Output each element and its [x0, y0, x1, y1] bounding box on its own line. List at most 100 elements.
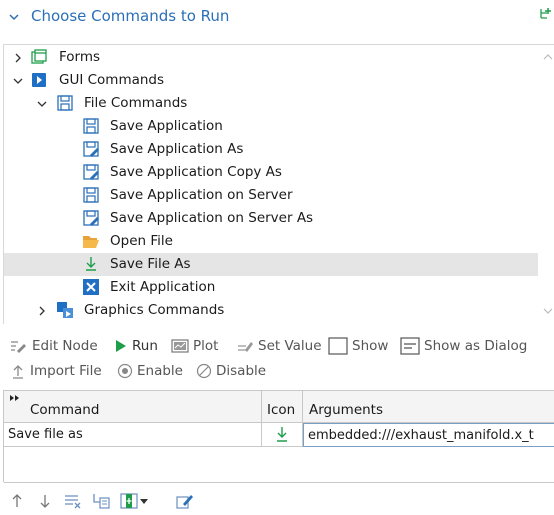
- tree-item-save-application-as[interactable]: Save Application As: [4, 138, 538, 161]
- chevron-down-icon[interactable]: [8, 11, 20, 23]
- node-toolbar: Edit Node Run Plot Set Value Show Show a…: [0, 334, 554, 358]
- table-cell-icon[interactable]: [262, 423, 303, 447]
- forms-icon: [31, 49, 47, 64]
- download-arrow-icon: [277, 427, 287, 442]
- insert-below-icon[interactable]: [92, 492, 110, 510]
- tree-item-label: Save Application As: [110, 141, 244, 157]
- window-icon: [328, 337, 348, 355]
- tree-item-file-commands[interactable]: File Commands: [4, 92, 538, 115]
- floppy-icon: [83, 187, 99, 203]
- close-box-icon: [83, 279, 99, 295]
- column-header-arguments[interactable]: Arguments: [303, 391, 554, 423]
- dialog-icon: [400, 337, 420, 355]
- plot-label: Plot: [193, 338, 219, 354]
- gui-commands-icon: [32, 73, 46, 87]
- tree-add-icon[interactable]: [537, 6, 554, 24]
- arguments-value: embedded:///exhaust_manifold.x_t: [308, 428, 534, 443]
- tree-item-label: Open File: [110, 233, 173, 249]
- graphics-icon: [57, 302, 73, 318]
- open-folder-icon: [83, 236, 99, 248]
- run-label: Run: [132, 338, 158, 354]
- enable-label: Enable: [137, 363, 183, 379]
- edit-node-icon: [11, 341, 26, 353]
- disable-button[interactable]: Disable: [196, 361, 266, 381]
- run-button[interactable]: Run: [114, 336, 158, 356]
- floppy-pen-icon: [83, 210, 99, 226]
- download-arrow-icon: [86, 257, 96, 271]
- dropdown-caret-icon[interactable]: [140, 499, 148, 504]
- tree-item-save-application[interactable]: Save Application: [4, 115, 538, 138]
- tree-item-label: Save Application on Server: [110, 187, 293, 203]
- tree-item-save-application-on-server[interactable]: Save Application on Server: [4, 184, 538, 207]
- tree-item-open-file[interactable]: Open File: [4, 230, 538, 253]
- floppy-pen-icon: [83, 164, 99, 180]
- column-header-command[interactable]: Command: [4, 391, 262, 423]
- tree-item-label: File Commands: [84, 95, 188, 111]
- edit-node-button[interactable]: Edit Node: [10, 336, 98, 356]
- show-as-dialog-label: Show as Dialog: [424, 338, 528, 354]
- plot-icon: [171, 339, 189, 353]
- delete-list-icon[interactable]: [64, 492, 82, 510]
- tree-item-forms[interactable]: Forms: [4, 46, 538, 69]
- command-tree: Forms GUI Commands File Commands Save Ap…: [3, 44, 554, 324]
- plot-button[interactable]: Plot: [171, 336, 218, 356]
- enable-button[interactable]: Enable: [117, 361, 183, 381]
- enable-icon: [117, 363, 133, 379]
- tree-item-graphics-commands[interactable]: Graphics Commands: [4, 299, 538, 322]
- table-cell-arguments[interactable]: embedded:///exhaust_manifold.x_t: [303, 423, 554, 447]
- add-column-icon[interactable]: [120, 492, 138, 510]
- import-icon: [13, 365, 23, 379]
- tree-item-label: GUI Commands: [59, 72, 165, 88]
- table-cell-command[interactable]: Save file as: [4, 423, 262, 447]
- move-up-icon[interactable]: [8, 492, 26, 510]
- column-header-icon[interactable]: Icon: [262, 391, 303, 423]
- show-as-dialog-button[interactable]: Show as Dialog: [400, 336, 527, 356]
- tree-item-gui-commands[interactable]: GUI Commands: [4, 69, 538, 92]
- disable-label: Disable: [216, 363, 267, 379]
- command-value: Save file as: [8, 427, 83, 442]
- scroll-up-icon[interactable]: [543, 53, 553, 61]
- chevron-right-icon[interactable]: [12, 52, 24, 64]
- tree-item-label: Save File As: [110, 256, 191, 272]
- section-header[interactable]: Choose Commands to Run: [0, 0, 554, 36]
- edit-icon[interactable]: [176, 492, 194, 510]
- import-file-label: Import File: [30, 363, 102, 379]
- chevron-right-icon[interactable]: [36, 305, 48, 317]
- set-value-label: Set Value: [258, 338, 322, 354]
- chevron-down-icon[interactable]: [12, 75, 24, 87]
- section-title: Choose Commands to Run: [31, 7, 230, 25]
- tree-item-label: Save Application on Server As: [110, 210, 314, 226]
- tree-item-save-application-on-server-as[interactable]: Save Application on Server As: [4, 207, 538, 230]
- floppy-icon: [57, 95, 73, 111]
- tree-item-label: Graphics Commands: [84, 302, 225, 318]
- tree-item-label: Forms: [59, 49, 101, 65]
- column-header-label: Arguments: [309, 402, 384, 418]
- node-toolbar-2: Import File Enable Disable: [0, 359, 554, 383]
- set-value-icon: [238, 342, 253, 352]
- floppy-pen-icon: [83, 141, 99, 157]
- commands-table: Command Icon Arguments Save file as embe…: [3, 390, 554, 483]
- tree-item-label: Exit Application: [110, 279, 216, 295]
- table-toolbar: [0, 486, 554, 514]
- double-chevron-icon[interactable]: [9, 394, 21, 402]
- column-header-label: Command: [30, 402, 100, 418]
- tree-item-exit-application[interactable]: Exit Application: [4, 276, 538, 299]
- tree-scrollbar[interactable]: [540, 45, 554, 324]
- move-down-icon[interactable]: [36, 492, 54, 510]
- import-file-button[interactable]: Import File: [10, 361, 102, 381]
- tree-item-save-application-copy-as[interactable]: Save Application Copy As: [4, 161, 538, 184]
- play-icon: [116, 340, 126, 352]
- column-header-label: Icon: [267, 402, 296, 418]
- show-label: Show: [352, 338, 389, 354]
- tree-item-save-file-as[interactable]: Save File As: [4, 253, 538, 276]
- disable-icon: [196, 363, 212, 379]
- chevron-down-icon[interactable]: [36, 98, 48, 110]
- show-button[interactable]: Show: [328, 336, 388, 356]
- scroll-down-icon[interactable]: [543, 307, 553, 315]
- set-value-button[interactable]: Set Value: [236, 336, 322, 356]
- floppy-icon: [83, 118, 99, 134]
- table-empty-row[interactable]: [4, 447, 554, 483]
- tree-item-label: Save Application: [110, 118, 223, 134]
- edit-node-label: Edit Node: [32, 338, 98, 354]
- tree-item-label: Save Application Copy As: [110, 164, 282, 180]
